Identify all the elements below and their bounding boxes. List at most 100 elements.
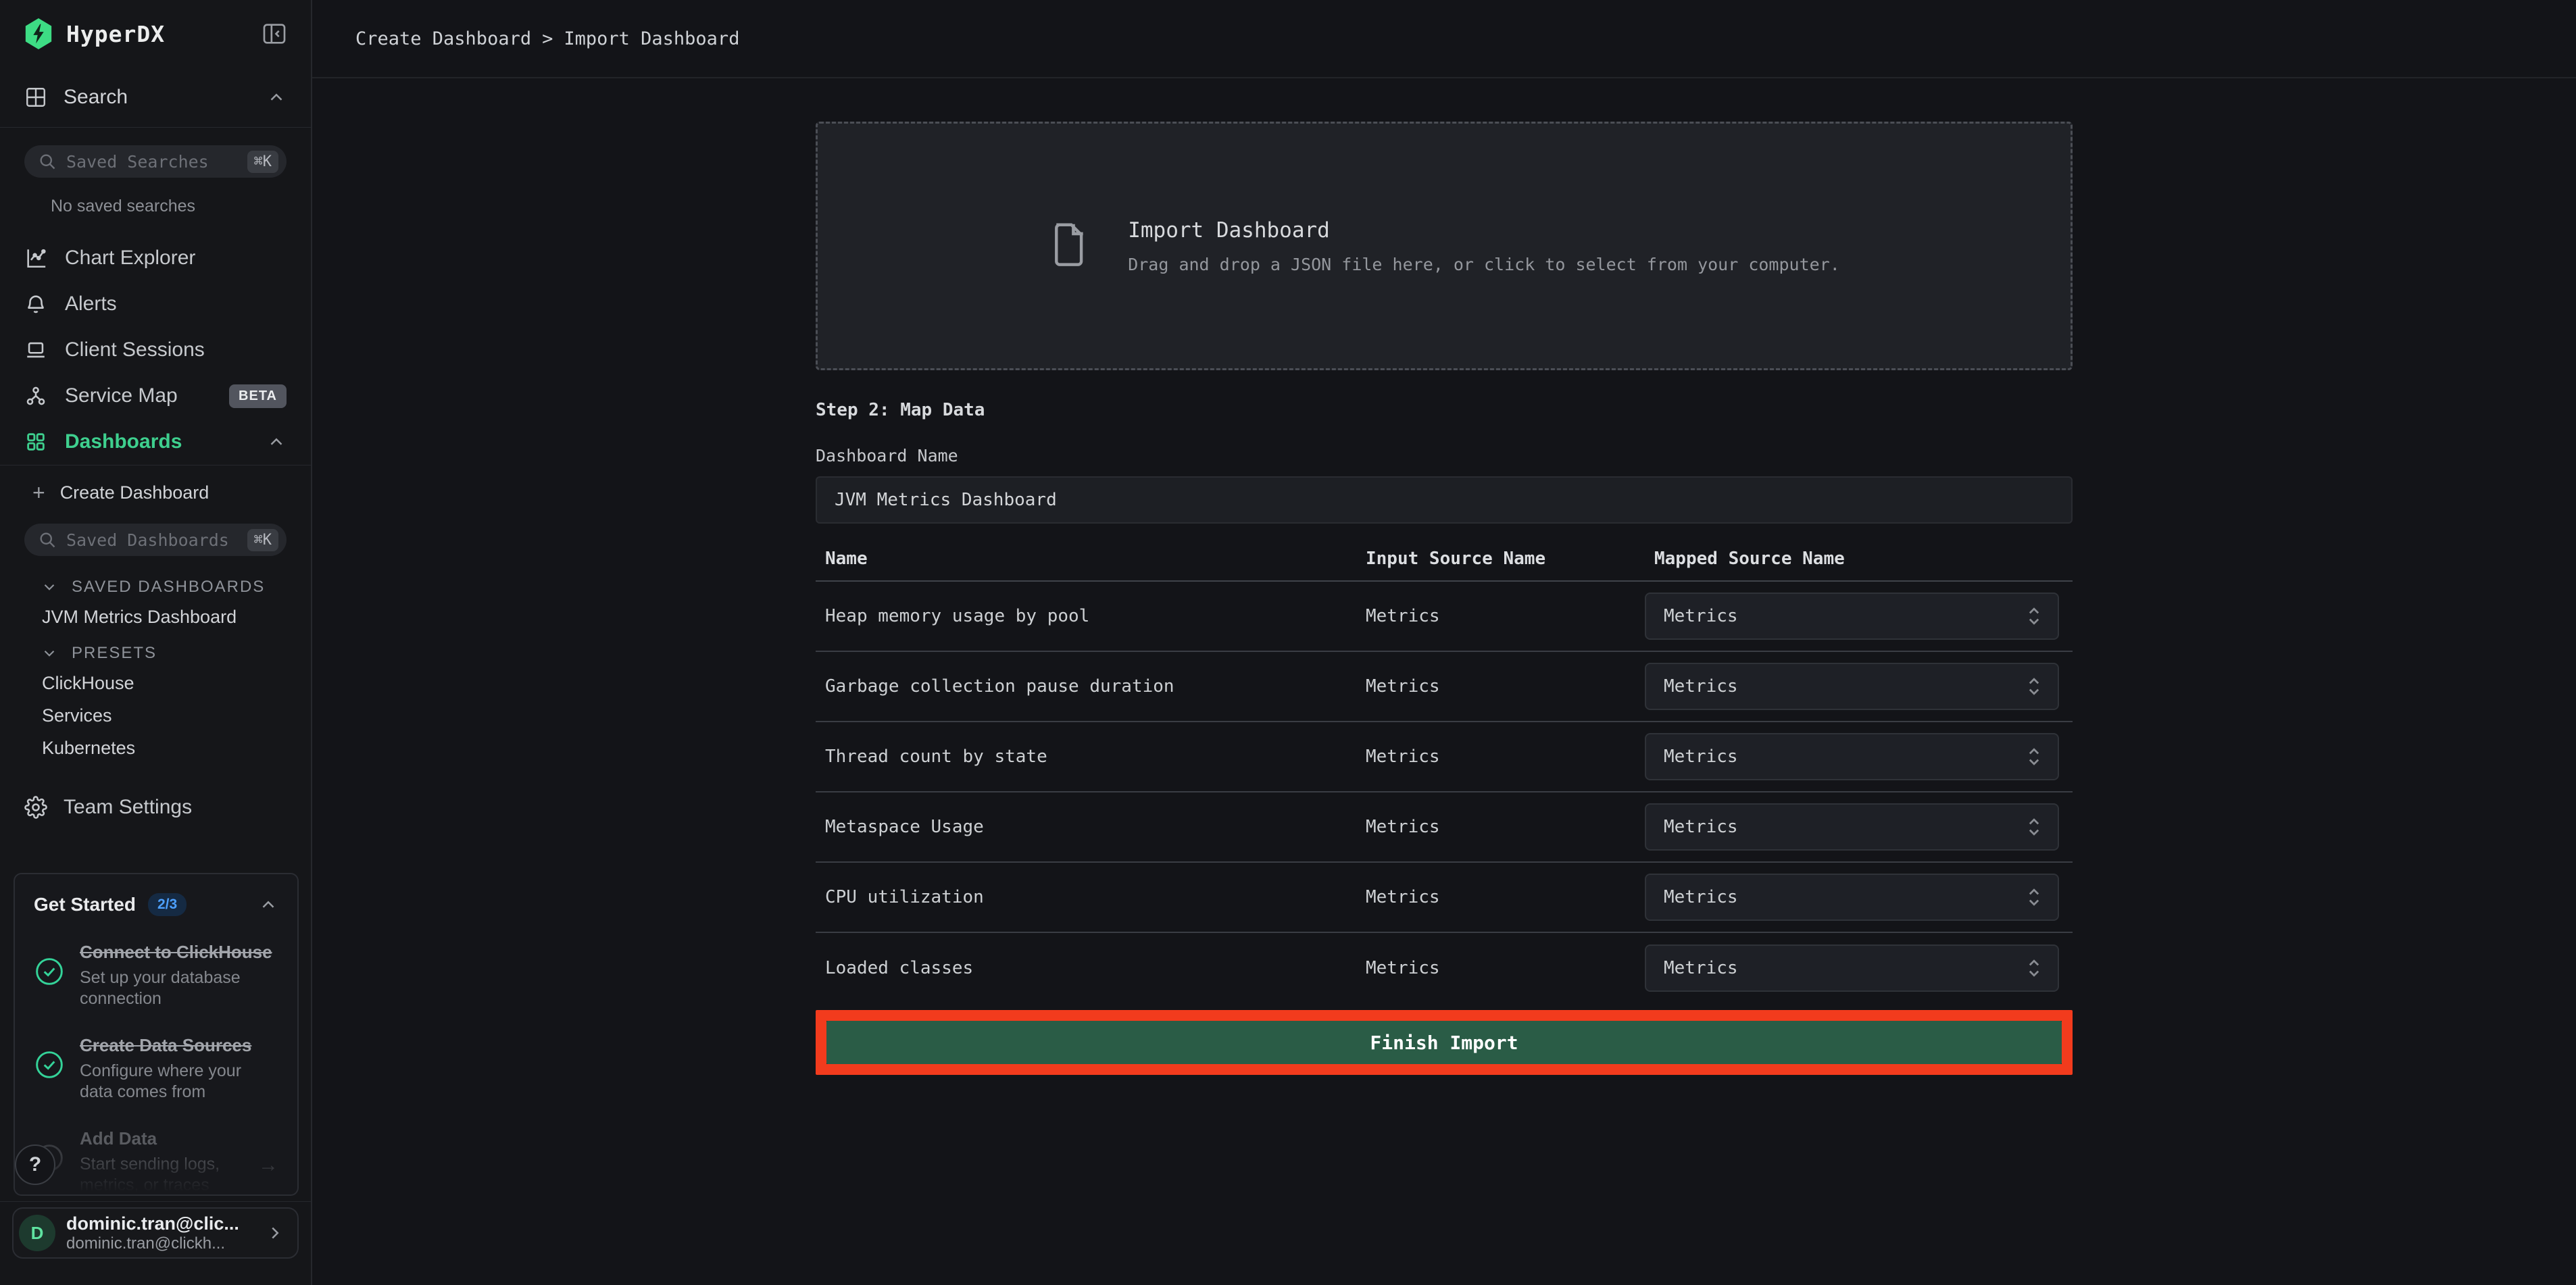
search-icon — [38, 530, 57, 549]
row-input-source: Metrics — [1356, 887, 1645, 907]
sidebar-item-service-map[interactable]: Service Map BETA — [0, 373, 311, 419]
table-row: Thread count by state Metrics Metrics — [816, 722, 2073, 792]
selected-value: Metrics — [1664, 606, 2025, 626]
get-started-header[interactable]: Get Started 2/3 — [34, 893, 278, 916]
sidebar-item-alerts[interactable]: Alerts — [0, 281, 311, 327]
click-highlight-box: Finish Import — [816, 1010, 2073, 1075]
search-section-icon — [24, 86, 47, 109]
sidebar-item-services[interactable]: Services — [0, 699, 311, 732]
user-menu-button[interactable]: D dominic.tran@clic... dominic.tran@clic… — [12, 1207, 299, 1259]
column-header-mapped-source: Mapped Source Name — [1645, 549, 2073, 569]
shortcut-badge: ⌘K — [247, 529, 279, 551]
dashboards-grid-icon — [24, 430, 47, 453]
search-section-label: Search — [64, 86, 250, 109]
saved-dashboards-placeholder: Saved Dashboards — [66, 530, 238, 550]
topbar: Create Dashboard > Import Dashboard — [312, 0, 2576, 78]
sidebar-item-chart-explorer[interactable]: Chart Explorer — [0, 235, 311, 281]
dashboard-name-input[interactable] — [816, 476, 2073, 524]
no-saved-searches-text: No saved searches — [51, 197, 311, 216]
step-label: Step 2: Map Data — [816, 400, 2073, 420]
presets-section-toggle[interactable]: PRESETS — [41, 640, 287, 667]
breadcrumb: Create Dashboard > Import Dashboard — [355, 28, 739, 49]
chevron-down-icon — [41, 645, 58, 662]
selected-value: Metrics — [1664, 887, 2025, 907]
dropzone-subtitle: Drag and drop a JSON file here, or click… — [1128, 255, 1840, 274]
saved-searches-input[interactable]: Saved Searches ⌘K — [24, 145, 287, 178]
sidebar-item-label: Client Sessions — [65, 338, 287, 361]
selected-value: Metrics — [1664, 676, 2025, 697]
sidebar-item-clickhouse[interactable]: ClickHouse — [0, 667, 311, 699]
sidebar: HyperDX Search Saved Searches ⌘K No save… — [0, 0, 312, 1285]
select-chevrons-icon — [2025, 605, 2043, 628]
table-row: Loaded classes Metrics Metrics — [816, 933, 2073, 1003]
table-row: Heap memory usage by pool Metrics Metric… — [816, 582, 2073, 652]
logo-row: HyperDX — [0, 0, 311, 68]
sidebar-item-kubernetes[interactable]: Kubernetes — [0, 732, 311, 764]
saved-searches-placeholder: Saved Searches — [66, 152, 238, 172]
get-started-item-title: Add Data — [80, 1127, 243, 1150]
app-title: HyperDX — [66, 21, 249, 47]
row-input-source: Metrics — [1356, 747, 1645, 767]
saved-dashboards-header: SAVED DASHBOARDS — [72, 578, 265, 597]
mapped-source-select[interactable]: Metrics — [1645, 593, 2059, 640]
sidebar-item-label: Chart Explorer — [65, 247, 287, 270]
mapped-source-select[interactable]: Metrics — [1645, 733, 2059, 780]
chevron-up-icon[interactable] — [258, 895, 278, 915]
create-dashboard-button[interactable]: + Create Dashboard — [0, 465, 311, 520]
get-started-item-title: Create Data Sources — [80, 1034, 278, 1057]
sidebar-item-client-sessions[interactable]: Client Sessions — [0, 327, 311, 373]
sidebar-nav: Chart Explorer Alerts Client Sessions Se… — [0, 235, 311, 465]
sidebar-item-dashboards[interactable]: Dashboards — [0, 419, 311, 465]
plus-icon: + — [32, 480, 45, 505]
gear-icon — [24, 796, 47, 819]
select-chevrons-icon — [2025, 886, 2043, 909]
sidebar-item-jvm-metrics-dashboard[interactable]: JVM Metrics Dashboard — [0, 601, 311, 633]
table-row: CPU utilization Metrics Metrics — [816, 863, 2073, 933]
file-icon — [1048, 221, 1090, 271]
row-name: Metaspace Usage — [816, 817, 1356, 837]
chevron-up-icon[interactable] — [266, 87, 287, 107]
get-started-item-connect[interactable]: Connect to ClickHouse Set up your databa… — [34, 940, 278, 1009]
mapped-source-select[interactable]: Metrics — [1645, 874, 2059, 921]
saved-dashboards-input[interactable]: Saved Dashboards ⌘K — [24, 524, 287, 556]
team-settings-label: Team Settings — [64, 796, 192, 819]
select-chevrons-icon — [2025, 815, 2043, 838]
app-root: HyperDX Search Saved Searches ⌘K No save… — [0, 0, 2576, 1285]
mapped-source-select[interactable]: Metrics — [1645, 663, 2059, 710]
breadcrumb-create-dashboard[interactable]: Create Dashboard — [355, 28, 531, 49]
get-started-item-sources[interactable]: Create Data Sources Configure where your… — [34, 1034, 278, 1103]
search-icon — [38, 152, 57, 171]
selected-value: Metrics — [1664, 817, 2025, 837]
chevron-up-icon[interactable] — [266, 432, 287, 452]
row-name: Heap memory usage by pool — [816, 606, 1356, 626]
bell-icon — [24, 293, 47, 316]
main-area: Create Dashboard > Import Dashboard Impo… — [312, 0, 2576, 1285]
get-started-item-title: Connect to ClickHouse — [80, 940, 278, 963]
presets-header: PRESETS — [72, 644, 157, 663]
selected-value: Metrics — [1664, 958, 2025, 978]
row-input-source: Metrics — [1356, 676, 1645, 697]
saved-dashboards-section-toggle[interactable]: SAVED DASHBOARDS — [41, 574, 287, 601]
sidebar-section-search[interactable]: Search — [0, 68, 311, 127]
get-started-item-desc: Configure where your data comes from — [80, 1061, 278, 1103]
user-section: D dominic.tran@clic... dominic.tran@clic… — [0, 1201, 311, 1259]
table-row: Metaspace Usage Metrics Metrics — [816, 792, 2073, 863]
table-header-row: Name Input Source Name Mapped Source Nam… — [816, 537, 2073, 582]
sidebar-collapse-button[interactable] — [261, 20, 288, 47]
create-dashboard-label: Create Dashboard — [60, 482, 209, 503]
get-started-title: Get Started — [34, 894, 136, 915]
help-button[interactable]: ? — [15, 1144, 55, 1185]
sidebar-item-team-settings[interactable]: Team Settings — [0, 787, 311, 828]
mapped-source-select[interactable]: Metrics — [1645, 803, 2059, 851]
mapped-source-select[interactable]: Metrics — [1645, 944, 2059, 992]
row-input-source: Metrics — [1356, 958, 1645, 978]
finish-import-button[interactable]: Finish Import — [826, 1021, 2062, 1064]
file-dropzone[interactable]: Import Dashboard Drag and drop a JSON fi… — [816, 122, 2073, 370]
column-header-name: Name — [816, 549, 1356, 569]
select-chevrons-icon — [2025, 675, 2043, 698]
get-started-item-add-data[interactable]: Add Data Start sending logs, metrics, or… — [34, 1127, 278, 1196]
mapping-table: Name Input Source Name Mapped Source Nam… — [816, 537, 2073, 1003]
chart-explorer-icon — [24, 247, 47, 270]
chevron-down-icon — [41, 578, 58, 596]
sidebar-item-label: Dashboards — [65, 430, 249, 453]
